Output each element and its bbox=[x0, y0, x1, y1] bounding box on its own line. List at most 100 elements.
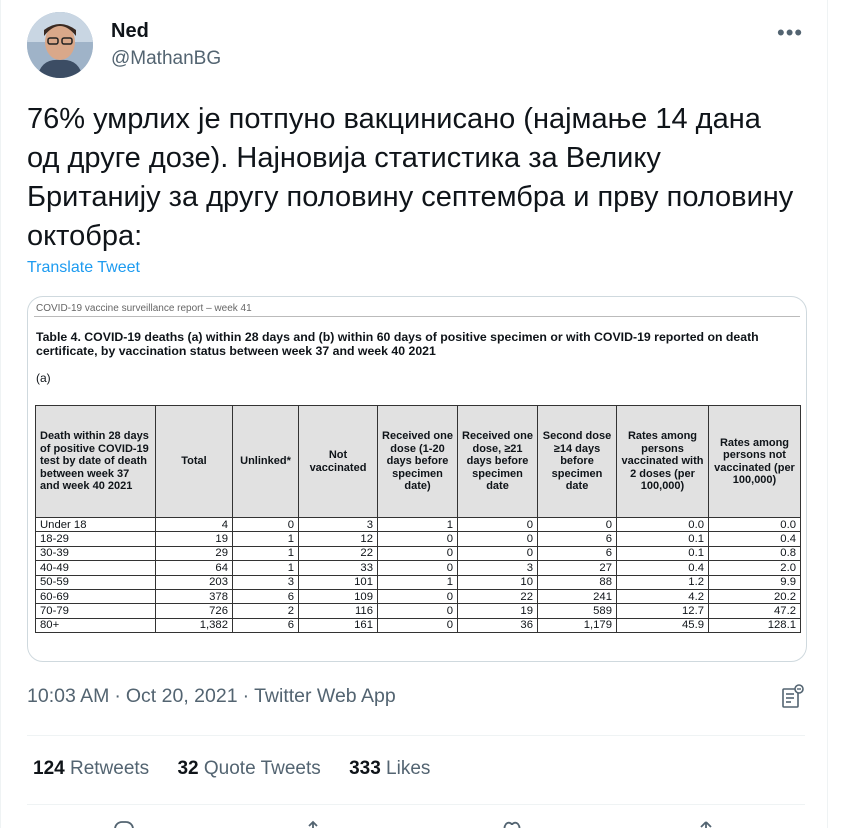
table-cell: 20.2 bbox=[708, 588, 801, 605]
share-icon[interactable] bbox=[695, 820, 717, 828]
table-row: 40-49 64 1 33 0 3 27 0.4 2.0 bbox=[35, 560, 801, 576]
action-bar bbox=[27, 820, 805, 828]
table-cell: 1 bbox=[377, 574, 458, 590]
retweet-icon[interactable] bbox=[305, 820, 327, 828]
table-cell: 0.1 bbox=[616, 545, 709, 562]
table-cell: 0 bbox=[377, 617, 458, 634]
heart-icon[interactable] bbox=[501, 820, 523, 828]
column-header: Not vaccinated bbox=[298, 405, 378, 518]
table-row: 80+ 1,382 6 161 0 36 1,179 45.9 128.1 bbox=[35, 617, 801, 634]
table-cell: 241 bbox=[537, 588, 617, 605]
table-cell: 22 bbox=[457, 588, 538, 605]
age-group-cell: Under 18 bbox=[35, 516, 156, 533]
table-cell: 36 bbox=[457, 617, 538, 634]
table-cell: 109 bbox=[298, 588, 378, 605]
table-cell: 27 bbox=[537, 560, 617, 576]
table-cell: 0 bbox=[377, 545, 458, 562]
reply-icon[interactable] bbox=[113, 820, 135, 828]
analytics-icon[interactable] bbox=[781, 684, 805, 710]
table-row: 30-39 29 1 22 0 0 6 0.1 0.8 bbox=[35, 545, 801, 562]
table-cell: 6 bbox=[537, 545, 617, 562]
table-subtitle: (a) bbox=[36, 371, 51, 385]
table-cell: 1 bbox=[232, 560, 299, 576]
tweet: Ned @MathanBG ••• 76% умрлих је потпуно … bbox=[0, 0, 828, 828]
translate-tweet-link[interactable]: Translate Tweet bbox=[27, 259, 140, 277]
table-cell: 19 bbox=[155, 531, 233, 547]
table-cell: 3 bbox=[457, 560, 538, 576]
table-cell: 6 bbox=[232, 588, 299, 605]
table-cell: 10 bbox=[457, 574, 538, 590]
tweet-stats: 124 Retweets 32 Quote Tweets 333 Likes bbox=[33, 758, 453, 780]
table-cell: 22 bbox=[298, 545, 378, 562]
table-row: Under 18 4 0 3 1 0 0 0.0 0.0 bbox=[35, 516, 801, 533]
tweet-text: 76% умрлих је потпуно вакцинисано (најма… bbox=[27, 103, 794, 252]
table-row: 70-79 726 2 116 0 19 589 12.7 47.2 bbox=[35, 603, 801, 619]
age-group-cell: 80+ bbox=[35, 617, 156, 634]
table-cell: 0 bbox=[377, 588, 458, 605]
table-cell: 0 bbox=[457, 531, 538, 547]
retweets-label: Retweets bbox=[69, 758, 150, 779]
age-group-cell: 70-79 bbox=[35, 603, 156, 619]
table-row: 50-59 203 3 101 1 10 88 1.2 9.9 bbox=[35, 574, 801, 590]
column-header: Received one dose, ≥21 days before speci… bbox=[457, 405, 538, 518]
table-row: 60-69 378 6 109 0 22 241 4.2 20.2 bbox=[35, 588, 801, 605]
table-cell: 3 bbox=[298, 516, 378, 533]
table-cell: 0 bbox=[377, 560, 458, 576]
tweet-time: 10:03 AM bbox=[27, 685, 110, 707]
tweet-timestamp[interactable]: 10:03 AM · Oct 20, 2021 · Twitter Web App bbox=[27, 685, 396, 708]
table-cell: 101 bbox=[298, 574, 378, 590]
table-cell: 0 bbox=[377, 531, 458, 547]
divider bbox=[34, 316, 800, 317]
table-cell: 19 bbox=[457, 603, 538, 619]
author-name[interactable]: Ned bbox=[111, 20, 149, 43]
divider bbox=[27, 735, 805, 736]
table-title: Table 4. COVID-19 deaths (a) within 28 d… bbox=[36, 330, 759, 358]
author-handle[interactable]: @MathanBG bbox=[111, 48, 221, 70]
table-cell: 6 bbox=[232, 617, 299, 634]
quotes-label: Quote Tweets bbox=[203, 758, 321, 779]
table-cell: 6 bbox=[537, 531, 617, 547]
table-cell: 0.4 bbox=[616, 560, 709, 576]
table-cell: 64 bbox=[155, 560, 233, 576]
table-cell: 0 bbox=[457, 516, 538, 533]
more-dots-icon[interactable]: ••• bbox=[777, 20, 803, 46]
retweets-stat[interactable]: 124 Retweets bbox=[33, 758, 149, 780]
table-cell: 45.9 bbox=[616, 617, 709, 634]
separator: · bbox=[114, 685, 121, 707]
table-cell: 589 bbox=[537, 603, 617, 619]
column-header: Rates among persons not vaccinated (per … bbox=[708, 405, 801, 518]
column-header: Death within 28 days of positive COVID-1… bbox=[35, 405, 156, 518]
tweet-source[interactable]: Twitter Web App bbox=[254, 685, 396, 707]
table-cell: 47.2 bbox=[708, 603, 801, 619]
age-group-cell: 60-69 bbox=[35, 588, 156, 605]
quote-tweets-stat[interactable]: 32 Quote Tweets bbox=[177, 758, 320, 780]
table-cell: 12 bbox=[298, 531, 378, 547]
age-group-cell: 50-59 bbox=[35, 574, 156, 590]
table-cell: 0.4 bbox=[708, 531, 801, 547]
table-cell: 0 bbox=[537, 516, 617, 533]
table-cell: 378 bbox=[155, 588, 233, 605]
table-cell: 116 bbox=[298, 603, 378, 619]
table-cell: 3 bbox=[232, 574, 299, 590]
separator: · bbox=[242, 685, 250, 707]
table-cell: 0.1 bbox=[616, 531, 709, 547]
table-cell: 0 bbox=[232, 516, 299, 533]
tweet-image[interactable]: COVID-19 vaccine surveillance report – w… bbox=[27, 296, 807, 662]
table-cell: 0 bbox=[377, 603, 458, 619]
column-header: Received one dose (1-20 days before spec… bbox=[377, 405, 458, 518]
table-cell: 0.0 bbox=[708, 516, 801, 533]
table-cell: 2.0 bbox=[708, 560, 801, 576]
table-cell: 4.2 bbox=[616, 588, 709, 605]
likes-stat[interactable]: 333 Likes bbox=[349, 758, 430, 780]
table-cell: 1,382 bbox=[155, 617, 233, 634]
table-cell: 1 bbox=[232, 531, 299, 547]
avatar[interactable] bbox=[27, 12, 93, 78]
table-cell: 0.0 bbox=[616, 516, 709, 533]
age-group-cell: 40-49 bbox=[35, 560, 156, 576]
report-header: COVID-19 vaccine surveillance report – w… bbox=[36, 303, 252, 314]
table-cell: 1 bbox=[232, 545, 299, 562]
table-cell: 161 bbox=[298, 617, 378, 634]
table-header-row: Death within 28 days of positive COVID-1… bbox=[35, 405, 801, 518]
tweet-date: Oct 20, 2021 bbox=[125, 685, 238, 707]
table-cell: 203 bbox=[155, 574, 233, 590]
